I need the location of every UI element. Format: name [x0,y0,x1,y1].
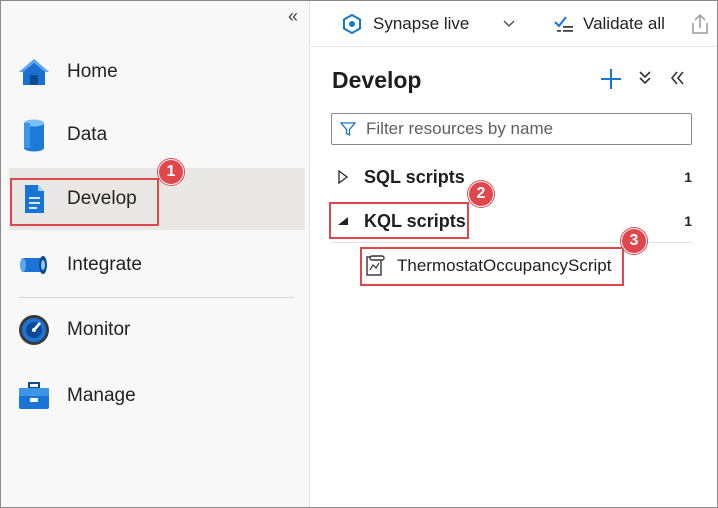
collapse-panel-icon[interactable] [669,69,685,87]
pipeline-icon [20,256,47,274]
publish-icon[interactable] [689,13,711,35]
nav-item-manage[interactable]: Manage [9,365,305,427]
checklist-icon [554,16,573,32]
callout-highlight-kql [329,202,469,239]
chevron-down-icon[interactable] [501,15,517,31]
filter-input[interactable] [366,118,686,140]
nav-label: Data [67,124,108,145]
synapse-icon [343,14,361,34]
nav-label: Integrate [67,254,142,275]
nav-item-monitor[interactable]: Monitor [9,299,305,361]
expand-all-icon[interactable] [637,69,653,87]
database-icon [24,119,44,152]
synapse-live-label: Synapse live [373,14,470,33]
toolbox-icon [19,382,49,409]
plus-icon[interactable] [599,67,623,91]
tree-group-count: 1 [684,169,692,185]
nav-item-home[interactable]: Home [9,41,305,103]
panel-title: Develop [332,67,422,93]
callout-highlight-script [360,247,624,286]
tree-group-sql-scripts[interactable]: SQL scripts 1 [331,155,692,199]
tree-group-count: 1 [684,213,692,229]
validate-all-label: Validate all [583,14,665,33]
callout-badge-1: 1 [158,159,184,185]
nav-divider [19,297,294,298]
nav-collapse-icon[interactable]: « [283,7,303,27]
synapse-live-mode[interactable]: Synapse live [343,11,469,37]
validate-all-button[interactable]: Validate all [553,11,665,37]
caret-right-icon[interactable] [337,170,349,184]
tree-group-label: SQL scripts [364,167,465,187]
callout-badge-2: 2 [468,181,494,207]
nav-label: Home [67,61,118,82]
app-window: « Home Data Develop Integrate Monitor Ma… [0,0,718,508]
filter-resources-field[interactable] [331,113,692,145]
callout-highlight-develop [10,178,159,226]
home-icon [19,59,49,85]
nav-label: Monitor [67,319,131,340]
filter-icon [340,122,356,137]
left-navigation: « Home Data Develop Integrate Monitor Ma… [1,1,310,507]
top-toolbar: Synapse live Validate all [311,1,717,47]
nav-label: Manage [67,385,136,406]
nav-item-integrate[interactable]: Integrate [9,234,305,296]
nav-item-data[interactable]: Data [9,104,305,166]
gauge-icon [19,315,49,345]
callout-badge-3: 3 [621,228,647,254]
